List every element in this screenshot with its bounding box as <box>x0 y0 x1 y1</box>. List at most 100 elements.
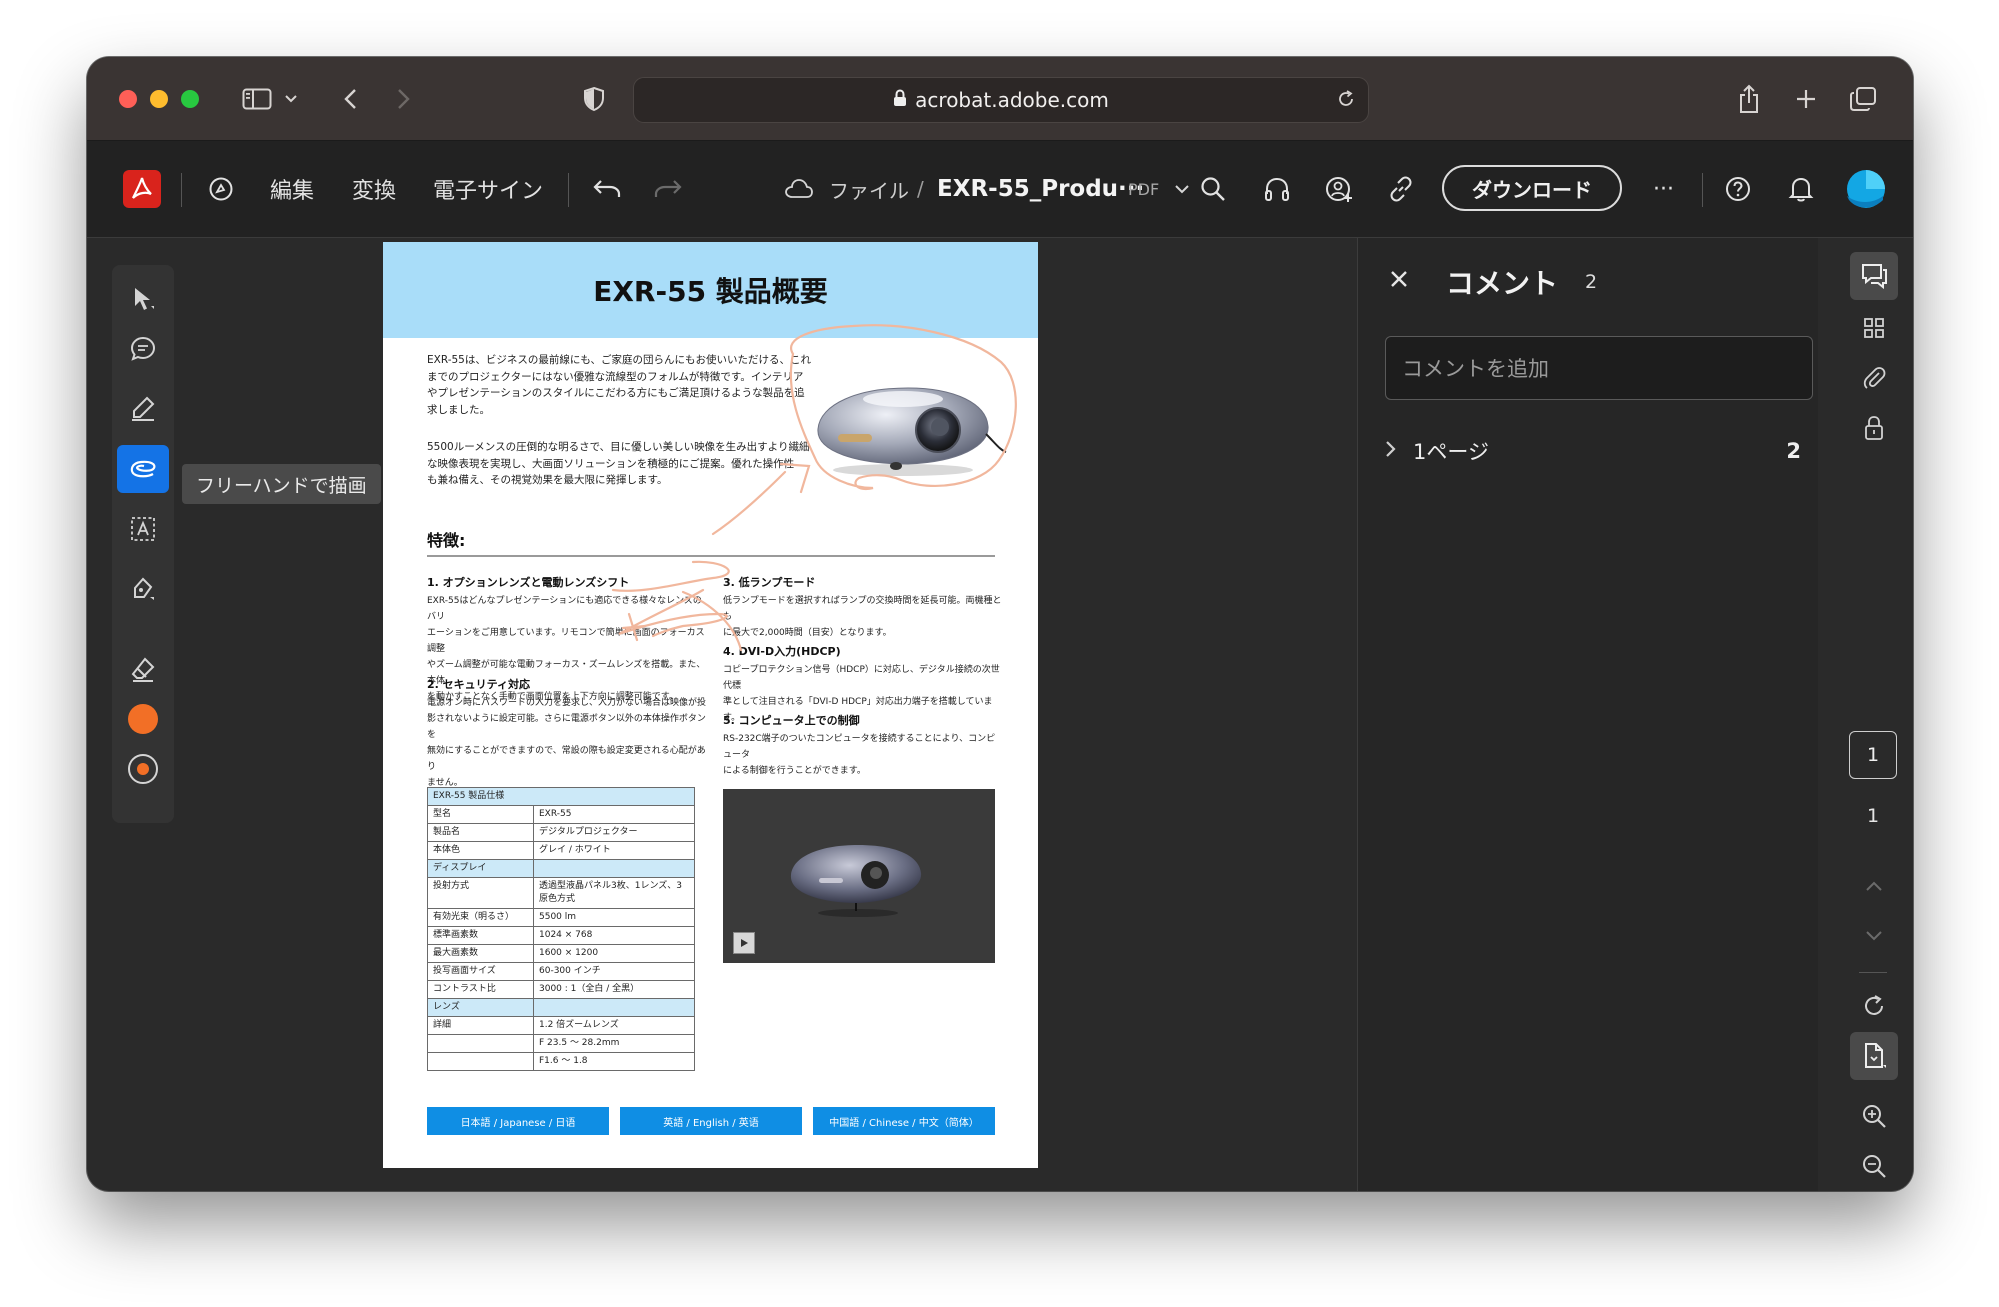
undo-icon[interactable] <box>592 141 622 237</box>
read-aloud-headphones-icon[interactable] <box>1263 141 1291 237</box>
menu-convert[interactable]: 変換 <box>352 141 396 237</box>
zoom-window-button[interactable] <box>181 90 199 108</box>
feature-item: 2. セキュリティ対応 電源オン時にパスワードの入力を要求し、入力がない場合は映… <box>427 678 707 788</box>
acrobat-toolbar: 編集 変換 電子サイン ファイル / EXR-55_Produ··· PDF ダ… <box>87 141 1913 238</box>
notifications-bell-icon[interactable] <box>1788 141 1814 237</box>
current-page-input[interactable]: 1 <box>1849 731 1897 779</box>
table-row: 詳細 1.2 倍ズームレンズ <box>427 1016 695 1035</box>
comments-title: コメント <box>1446 267 1559 300</box>
breadcrumb-files[interactable]: ファイル <box>829 141 909 237</box>
redo-icon[interactable] <box>653 141 683 237</box>
more-options-button[interactable]: ··· <box>1653 141 1674 237</box>
table-row: 有効光束（明るさ） 5500 lm <box>427 908 695 927</box>
browser-window: acrobat.adobe.com 編集 変換 電子サイン ファイル / EXR… <box>87 57 1913 1191</box>
back-icon[interactable] <box>335 79 365 119</box>
privacy-shield-icon[interactable] <box>579 79 609 119</box>
minimize-window-button[interactable] <box>150 90 168 108</box>
rotate-icon[interactable] <box>1850 982 1898 1030</box>
previous-page-icon[interactable] <box>1850 862 1898 910</box>
table-row: レンズ <box>427 998 695 1017</box>
document-name[interactable]: EXR-55_Produ··· <box>937 141 1144 237</box>
help-icon[interactable] <box>1724 141 1752 237</box>
comments-count: 2 <box>1585 271 1598 293</box>
text-box-tool-icon[interactable] <box>117 505 169 553</box>
stroke-width-picker[interactable] <box>117 745 169 793</box>
spec-table: EXR-55 製品仕様 型名 EXR-55 製品名 デジタルプロジェクター 本体色グ… <box>427 787 695 1071</box>
search-icon[interactable] <box>1200 141 1226 237</box>
draw-pen-tool-icon[interactable] <box>117 565 169 613</box>
close-window-button[interactable] <box>119 90 137 108</box>
language-link-english[interactable]: 英語 / English / 英语 <box>620 1107 802 1135</box>
address-bar[interactable]: acrobat.adobe.com <box>633 77 1369 123</box>
comments-panel-icon[interactable] <box>1850 252 1898 300</box>
features-heading: 特徴: <box>427 531 466 550</box>
table-row: 投射方式 透過型液晶パネル3枚、1レンズ、3原色方式 <box>427 877 695 909</box>
feature-item: 5. コンピュータ上での制御 RS-232C端子のついたコンピュータを接続するこ… <box>723 714 996 776</box>
attachments-paperclip-icon[interactable] <box>1850 354 1898 402</box>
cloud-icon <box>784 141 814 237</box>
document-title: EXR-55 製品概要 <box>383 242 1038 338</box>
share-icon[interactable] <box>1734 79 1764 119</box>
intro-paragraph-1: EXR-55は、ビジネスの最前線にも、ご家庭の団らんにもお使いいただける、これま… <box>427 354 812 416</box>
chevron-right-icon <box>1385 439 1413 463</box>
annotation-tools-rail <box>112 265 174 823</box>
total-pages: 1 <box>1866 805 1880 827</box>
add-comment-input[interactable]: コメントを追加 <box>1385 336 1813 400</box>
document-menu-chevron-icon[interactable] <box>1175 141 1189 237</box>
acrobat-logo-icon[interactable] <box>123 141 161 237</box>
protect-lock-icon[interactable] <box>1850 404 1898 452</box>
product-video[interactable] <box>723 789 995 963</box>
intro-paragraph-2: 5500ルーメンスの圧倒的な明るさで、目に優しい美しい映像を生み出すより繊細 な映… <box>427 441 810 486</box>
link-icon[interactable] <box>1387 141 1415 237</box>
download-button[interactable]: ダウンロード <box>1442 165 1622 211</box>
page-group-label: 1ページ <box>1413 440 1489 464</box>
freehand-draw-tool-icon[interactable] <box>117 445 169 493</box>
table-row: ディスプレイ <box>427 859 695 878</box>
table-row: 製品名 デジタルプロジェクター <box>427 823 695 842</box>
table-row: 型名 EXR-55 <box>427 805 695 824</box>
tab-group-chevron-icon[interactable] <box>280 79 302 119</box>
forward-icon[interactable] <box>389 79 419 119</box>
document-type: PDF <box>1128 179 1160 199</box>
page-display-icon[interactable] <box>1850 1032 1898 1080</box>
share-people-icon[interactable] <box>1324 141 1354 237</box>
user-avatar[interactable] <box>1847 141 1885 237</box>
tab-overview-icon[interactable] <box>1847 79 1879 119</box>
eraser-tool-icon[interactable] <box>117 645 169 693</box>
reload-icon[interactable] <box>1336 89 1356 114</box>
comments-panel: コメント 2 コメントを追加 1ページ 2 <box>1357 238 1818 1191</box>
table-row: 投写画面サイズ 60-300 インチ <box>427 962 695 981</box>
menu-esign[interactable]: 電子サイン <box>433 141 543 237</box>
ai-assistant-icon[interactable] <box>208 141 234 237</box>
language-link-chinese[interactable]: 中国語 / Chinese / 中文（简体） <box>813 1107 995 1135</box>
table-row: EXR-55 製品仕様 <box>427 787 695 806</box>
page-group-count: 2 <box>1786 439 1801 463</box>
lock-icon <box>893 88 907 112</box>
menu-edit[interactable]: 編集 <box>270 141 314 237</box>
comment-tool-icon[interactable] <box>117 325 169 373</box>
pdf-page[interactable]: EXR-55 製品概要 EXR-55は、ビジネスの最前線にも、ご家庭の団らんにも… <box>383 242 1038 1168</box>
video-frame <box>790 845 922 917</box>
select-tool-icon[interactable] <box>117 275 169 323</box>
close-comments-icon[interactable] <box>1390 266 1408 294</box>
new-tab-icon[interactable] <box>1791 79 1821 119</box>
table-row: 最大画素数 1600 × 1200 <box>427 944 695 963</box>
zoom-in-icon[interactable] <box>1850 1092 1898 1140</box>
next-page-icon[interactable] <box>1850 912 1898 960</box>
right-tools-rail: 1 1 <box>1831 238 1913 1191</box>
sidebar-toggle-icon[interactable] <box>237 79 277 119</box>
tool-tooltip: フリーハンドで描画 <box>182 464 381 504</box>
url-text: acrobat.adobe.com <box>915 88 1109 112</box>
table-row: コントラスト比 3000 : 1（全白 / 全黒） <box>427 980 695 999</box>
zoom-out-icon[interactable] <box>1850 1142 1898 1190</box>
play-icon <box>741 939 748 947</box>
safari-toolbar: acrobat.adobe.com <box>87 57 1913 141</box>
projector-product-image <box>808 374 1008 479</box>
color-picker-swatch[interactable] <box>117 695 169 743</box>
video-play-button[interactable] <box>733 932 755 954</box>
language-link-japanese[interactable]: 日本語 / Japanese / 日语 <box>427 1107 609 1135</box>
highlight-tool-icon[interactable] <box>117 385 169 433</box>
thumbnails-grid-icon[interactable] <box>1850 304 1898 352</box>
comment-page-group[interactable]: 1ページ 2 <box>1385 431 1813 471</box>
features-divider <box>427 555 995 557</box>
